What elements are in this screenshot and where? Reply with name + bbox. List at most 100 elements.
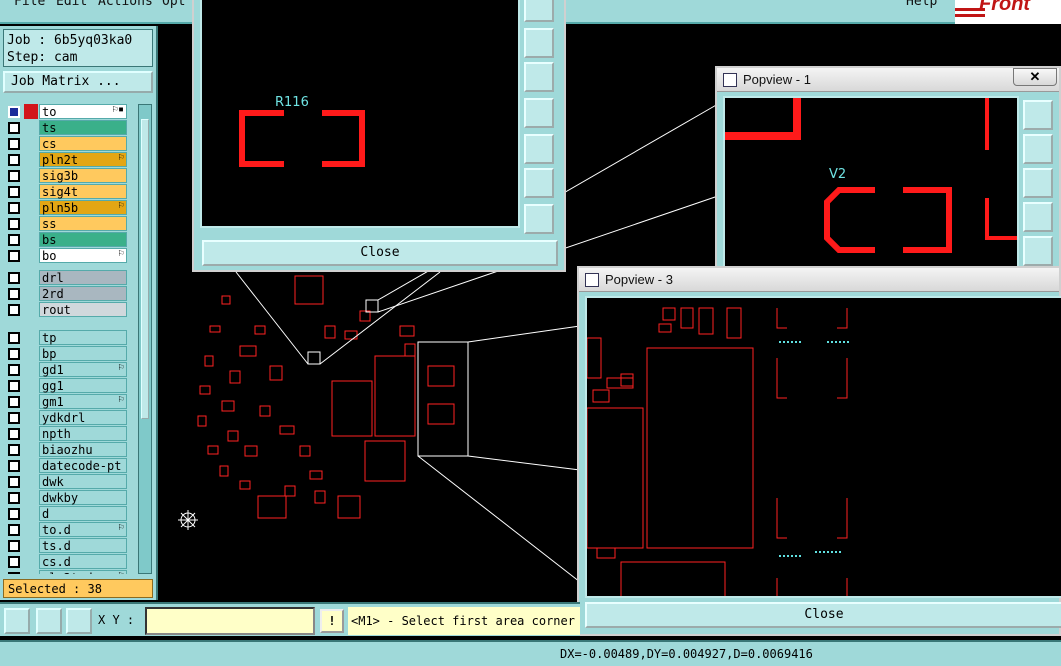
pan-right-button[interactable] [524, 134, 554, 164]
layer-row[interactable]: gm1 ⚐ [5, 394, 127, 410]
pan-up-button[interactable] [1023, 134, 1053, 164]
pan-right-button[interactable] [1023, 236, 1053, 266]
measure-icon[interactable] [4, 608, 30, 634]
layer-row[interactable]: sig4t [5, 184, 127, 200]
layer-name: biaozhu [39, 442, 127, 457]
layer-scrollbar[interactable] [138, 104, 152, 574]
layer-row[interactable]: biaozhu [5, 442, 127, 458]
layer-row[interactable]: pln2t ⚐ [5, 152, 127, 168]
pan-left-button[interactable] [1023, 202, 1053, 232]
close-button[interactable]: Close [585, 602, 1061, 628]
view-zoom-button[interactable] [1023, 100, 1053, 130]
layer-row[interactable]: pln5b ⚐ [5, 200, 127, 216]
layer-checkbox[interactable] [8, 170, 20, 182]
layer-row[interactable]: bs [5, 232, 127, 248]
pan-down-button[interactable] [1023, 168, 1053, 198]
popview-3-view[interactable] [585, 296, 1061, 598]
pan-left-button[interactable] [524, 98, 554, 128]
layer-checkbox[interactable] [8, 186, 20, 198]
layer-name: dwk [39, 474, 127, 489]
pan-down-button[interactable] [524, 62, 554, 92]
layer-row[interactable]: sig3b [5, 168, 127, 184]
menu-options[interactable]: Opt [162, 0, 185, 9]
layer-row[interactable]: ts [5, 120, 127, 136]
layer-checkbox[interactable] [8, 122, 20, 134]
layer-checkbox[interactable] [8, 218, 20, 230]
zoom-out-button[interactable] [524, 168, 554, 198]
pan-up-button[interactable] [524, 28, 554, 58]
layer-checkbox[interactable] [8, 396, 20, 408]
layer-row[interactable]: cs [5, 136, 127, 152]
layer-checkbox[interactable] [8, 202, 20, 214]
layer-row[interactable]: ydkdrl [5, 410, 127, 426]
layer-checkbox[interactable] [8, 154, 20, 166]
grid-icon[interactable] [66, 608, 92, 634]
layer-checkbox[interactable] [8, 524, 20, 536]
view-zoom-button[interactable] [524, 0, 554, 22]
layer-row[interactable]: gd1 ⚐ [5, 362, 127, 378]
layer-checkbox[interactable] [8, 444, 20, 456]
layer-checkbox[interactable] [8, 476, 20, 488]
layer-checkbox[interactable] [8, 332, 20, 344]
pcb-component [620, 561, 726, 596]
layer-checkbox[interactable] [8, 138, 20, 150]
layer-row[interactable]: gg1 [5, 378, 127, 394]
layer-checkbox[interactable] [8, 288, 20, 300]
layer-checkbox[interactable] [8, 460, 20, 472]
popview-3-titlebar[interactable]: Popview - 3 [579, 268, 1059, 292]
layer-checkbox[interactable] [8, 250, 20, 262]
layer-row[interactable]: tp [5, 330, 127, 346]
menu-edit[interactable]: Edit [56, 0, 87, 9]
close-icon[interactable]: ✕ [1013, 68, 1057, 86]
menu-help[interactable]: Help [906, 0, 937, 9]
layer-checkbox[interactable] [8, 428, 20, 440]
layer-checkbox[interactable] [8, 492, 20, 504]
pcb-pad [698, 307, 714, 335]
layer-row[interactable]: dwkby [5, 490, 127, 506]
layer-row[interactable]: drl [5, 270, 127, 286]
layer-checkbox[interactable] [8, 272, 20, 284]
layer-row[interactable]: d [5, 506, 127, 522]
layer-checkbox[interactable] [8, 234, 20, 246]
alert-button[interactable]: ! [320, 609, 344, 633]
pcb-pad [197, 415, 207, 427]
popview-1-view[interactable]: V2 [723, 96, 1019, 276]
pcb-pad [209, 325, 221, 333]
layer-checkbox[interactable] [8, 364, 20, 376]
layer-row[interactable]: rout [5, 302, 127, 318]
layer-row[interactable]: ss [5, 216, 127, 232]
snap-icon[interactable] [36, 608, 62, 634]
job-matrix-button[interactable]: Job Matrix ... [3, 71, 153, 93]
zoom-in-button[interactable] [524, 204, 554, 234]
connector-outline [776, 498, 848, 539]
layer-row[interactable]: datecode-pt [5, 458, 127, 474]
layer-checkbox[interactable] [8, 508, 20, 520]
layer-checkbox[interactable] [8, 540, 20, 552]
menu-actions[interactable]: Actions [98, 0, 153, 9]
xy-input[interactable] [145, 607, 315, 635]
layer-name: gm1 [39, 394, 127, 409]
popview-left-view[interactable]: R116 [200, 0, 520, 228]
layer-row[interactable]: to.d ⚐ [5, 522, 127, 538]
popview-1-titlebar[interactable]: Popview - 1 ✕ [717, 68, 1059, 92]
layer-checkbox[interactable] [8, 412, 20, 424]
layer-checkbox[interactable] [8, 572, 20, 574]
menu-file[interactable]: File [14, 0, 45, 9]
layer-checkbox[interactable] [8, 380, 20, 392]
layer-row[interactable]: bo ⚐ [5, 248, 127, 264]
layer-row[interactable]: 2rd [5, 286, 127, 302]
layer-row[interactable]: cs.d [5, 554, 127, 570]
layer-checkbox[interactable] [8, 556, 20, 568]
layer-checkbox[interactable] [8, 348, 20, 360]
layer-row[interactable]: to ⚐▪ [5, 104, 127, 120]
scrollbar-thumb[interactable] [141, 119, 149, 419]
layer-checkbox[interactable] [8, 304, 20, 316]
close-button[interactable]: Close [202, 240, 558, 266]
layer-row[interactable]: bp [5, 346, 127, 362]
layer-checkbox[interactable] [8, 106, 20, 118]
layer-row[interactable]: ts.d [5, 538, 127, 554]
pcb-component [646, 347, 754, 549]
layer-row[interactable]: dwk [5, 474, 127, 490]
layer-row[interactable]: pln2t.d⚐ [5, 570, 127, 574]
layer-row[interactable]: npth [5, 426, 127, 442]
